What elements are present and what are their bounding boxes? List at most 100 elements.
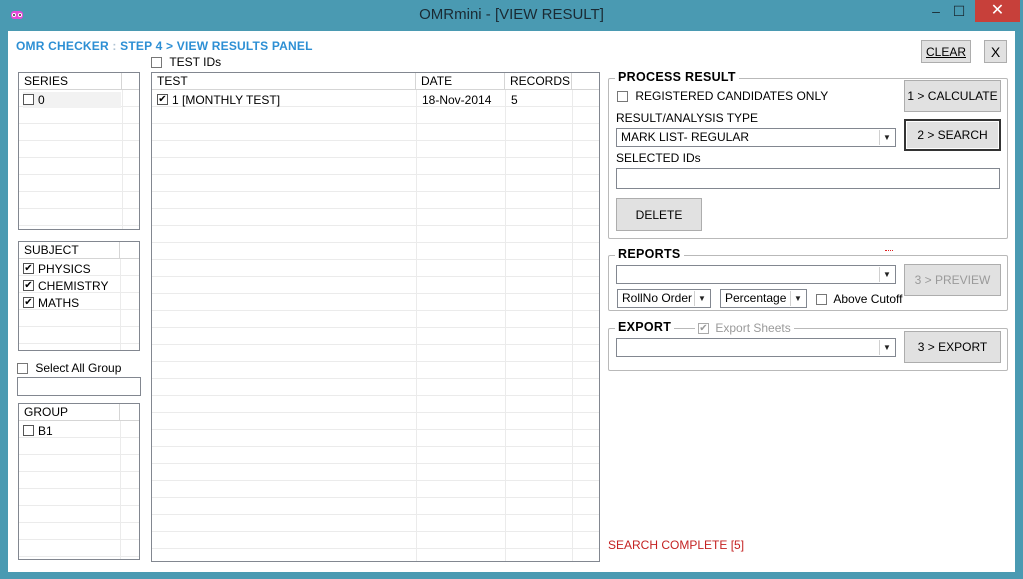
column-header-date[interactable]: DATE xyxy=(416,73,505,90)
series-item-checkbox[interactable] xyxy=(23,94,34,106)
calculate-label: 1 > CALCULATE xyxy=(907,89,998,103)
analysis-type-select[interactable]: MARK LIST- REGULAR ▼ xyxy=(616,128,896,147)
above-cutoff-toggle[interactable]: Above Cutoff xyxy=(816,292,903,306)
series-list[interactable]: SERIES 0 xyxy=(18,72,140,230)
table-row[interactable]: ✔ 1 [MONTHLY TEST] xyxy=(157,92,280,108)
order-select[interactable]: RollNo Order ▼ xyxy=(617,289,711,308)
process-result-title: PROCESS RESULT xyxy=(615,70,739,84)
export-sheets-toggle[interactable]: ✔ Export Sheets xyxy=(695,321,794,335)
group-filter-input[interactable] xyxy=(17,377,141,396)
subject-item-chemistry[interactable]: ✔ CHEMISTRY xyxy=(23,278,108,294)
chevron-down-icon[interactable]: ▼ xyxy=(879,267,894,282)
title-bar: OMRmini - [VIEW RESULT] – ☐ ✕ xyxy=(0,0,1023,31)
export-title: EXPORT xyxy=(615,320,675,334)
subject-physics-checkbox[interactable]: ✔ xyxy=(23,263,34,275)
export-label: 3 > EXPORT xyxy=(917,340,988,354)
group-item[interactable]: B1 xyxy=(23,423,53,439)
test-row-date: 18-Nov-2014 xyxy=(422,93,492,107)
breadcrumb-app: OMR CHECKER xyxy=(16,39,109,53)
tests-table[interactable]: TEST DATE RECORDS ✔ 1 [MONTHLY TEST] 18-N… xyxy=(151,72,600,562)
registered-only-label: REGISTERED CANDIDATES ONLY xyxy=(635,89,829,103)
group-column-header[interactable]: GROUP xyxy=(19,404,120,421)
subject-physics-label: PHYSICS xyxy=(38,262,91,276)
analysis-type-label: RESULT/ANALYSIS TYPE xyxy=(616,111,759,125)
subject-chemistry-checkbox[interactable]: ✔ xyxy=(23,280,34,292)
test-row-records: 5 xyxy=(511,93,518,107)
chevron-down-icon[interactable]: ▼ xyxy=(879,340,894,355)
subject-col-line xyxy=(120,259,121,350)
test-row-checkbox[interactable]: ✔ xyxy=(157,94,168,106)
preview-label: 3 > PREVIEW xyxy=(914,273,991,287)
group-list-header: GROUP xyxy=(19,404,139,421)
test-ids-toggle[interactable]: TEST IDs xyxy=(151,55,221,69)
search-button[interactable]: 2 > SEARCH xyxy=(904,119,1001,151)
subject-item-physics[interactable]: ✔ PHYSICS xyxy=(23,261,91,277)
client-area: OMR CHECKER : STEP 4 > VIEW RESULTS PANE… xyxy=(8,31,1015,572)
tests-row-lines xyxy=(152,90,599,561)
search-label: 2 > SEARCH xyxy=(917,128,988,142)
export-sheets-label: Export Sheets xyxy=(715,321,791,335)
delete-label: DELETE xyxy=(635,207,683,222)
export-sheets-checkbox[interactable]: ✔ xyxy=(698,323,709,335)
subject-list[interactable]: SUBJECT ✔ PHYSICS ✔ CHEMISTRY ✔ MATHS xyxy=(18,241,140,351)
series-row-lines xyxy=(19,90,139,229)
tests-col-line-2 xyxy=(505,90,506,561)
chevron-down-icon[interactable]: ▼ xyxy=(694,291,709,306)
tests-col-line-1 xyxy=(416,90,417,561)
subject-item-maths[interactable]: ✔ MATHS xyxy=(23,295,79,311)
analysis-type-value: MARK LIST- REGULAR xyxy=(621,130,750,144)
subject-maths-checkbox[interactable]: ✔ xyxy=(23,297,34,309)
close-window-button[interactable]: ✕ xyxy=(975,0,1020,22)
column-header-test[interactable]: TEST xyxy=(152,73,416,90)
mode-select[interactable]: Percentage ▼ xyxy=(720,289,807,308)
group-col-line xyxy=(120,421,121,559)
series-column-header[interactable]: SERIES xyxy=(19,73,122,90)
breadcrumb-separator: : xyxy=(112,39,117,53)
focus-marker xyxy=(885,250,893,252)
select-all-group-label: Select All Group xyxy=(35,361,122,375)
selected-ids-input[interactable] xyxy=(616,168,1000,189)
clear-label: CLEAR xyxy=(925,44,966,59)
subject-chemistry-label: CHEMISTRY xyxy=(38,279,109,293)
preview-button[interactable]: 3 > PREVIEW xyxy=(904,264,1001,296)
clear-button[interactable]: CLEAR xyxy=(921,40,971,63)
export-select[interactable]: ▼ xyxy=(616,338,896,357)
group-row-lines xyxy=(19,421,139,559)
breadcrumb: OMR CHECKER : STEP 4 > VIEW RESULTS PANE… xyxy=(16,39,313,53)
column-header-records[interactable]: RECORDS xyxy=(505,73,572,90)
subject-column-header[interactable]: SUBJECT xyxy=(19,242,120,259)
registered-only-toggle[interactable]: REGISTERED CANDIDATES ONLY xyxy=(617,89,828,103)
series-list-header: SERIES xyxy=(19,73,139,90)
series-col-line xyxy=(122,90,123,229)
series-item[interactable]: 0 xyxy=(23,92,121,108)
group-list[interactable]: GROUP B1 xyxy=(18,403,140,560)
export-button[interactable]: 3 > EXPORT xyxy=(904,331,1001,363)
registered-only-checkbox[interactable] xyxy=(617,91,628,103)
calculate-button[interactable]: 1 > CALCULATE xyxy=(904,80,1001,112)
test-ids-label: TEST IDs xyxy=(169,55,222,69)
subject-maths-label: MATHS xyxy=(38,296,80,310)
breadcrumb-step: STEP 4 > VIEW RESULTS PANEL xyxy=(120,39,313,53)
report-select[interactable]: ▼ xyxy=(616,265,896,284)
selected-ids-label: SELECTED IDs xyxy=(616,151,701,165)
chevron-down-icon[interactable]: ▼ xyxy=(790,291,805,306)
test-row-name: 1 [MONTHLY TEST] xyxy=(172,93,281,107)
tests-col-line-3 xyxy=(572,90,573,561)
order-value: RollNo Order xyxy=(622,291,693,305)
above-cutoff-checkbox[interactable] xyxy=(816,294,827,306)
maximize-button[interactable]: ☐ xyxy=(946,0,972,22)
close-panel-button[interactable]: X xyxy=(984,40,1007,63)
window-title: OMRmini - [VIEW RESULT] xyxy=(419,6,604,23)
select-all-group[interactable]: Select All Group xyxy=(17,361,121,375)
series-item-label: 0 xyxy=(38,93,45,107)
reports-title: REPORTS xyxy=(615,247,684,261)
select-all-group-checkbox[interactable] xyxy=(17,363,28,375)
delete-button[interactable]: DELETE xyxy=(616,198,702,231)
test-ids-checkbox[interactable] xyxy=(151,57,162,69)
above-cutoff-label: Above Cutoff xyxy=(833,292,903,306)
chevron-down-icon[interactable]: ▼ xyxy=(879,130,894,145)
group-item-checkbox[interactable] xyxy=(23,425,34,437)
status-text: SEARCH COMPLETE [5] xyxy=(608,538,745,552)
tests-table-header: TEST DATE RECORDS xyxy=(152,73,599,90)
mode-value: Percentage xyxy=(725,291,787,305)
